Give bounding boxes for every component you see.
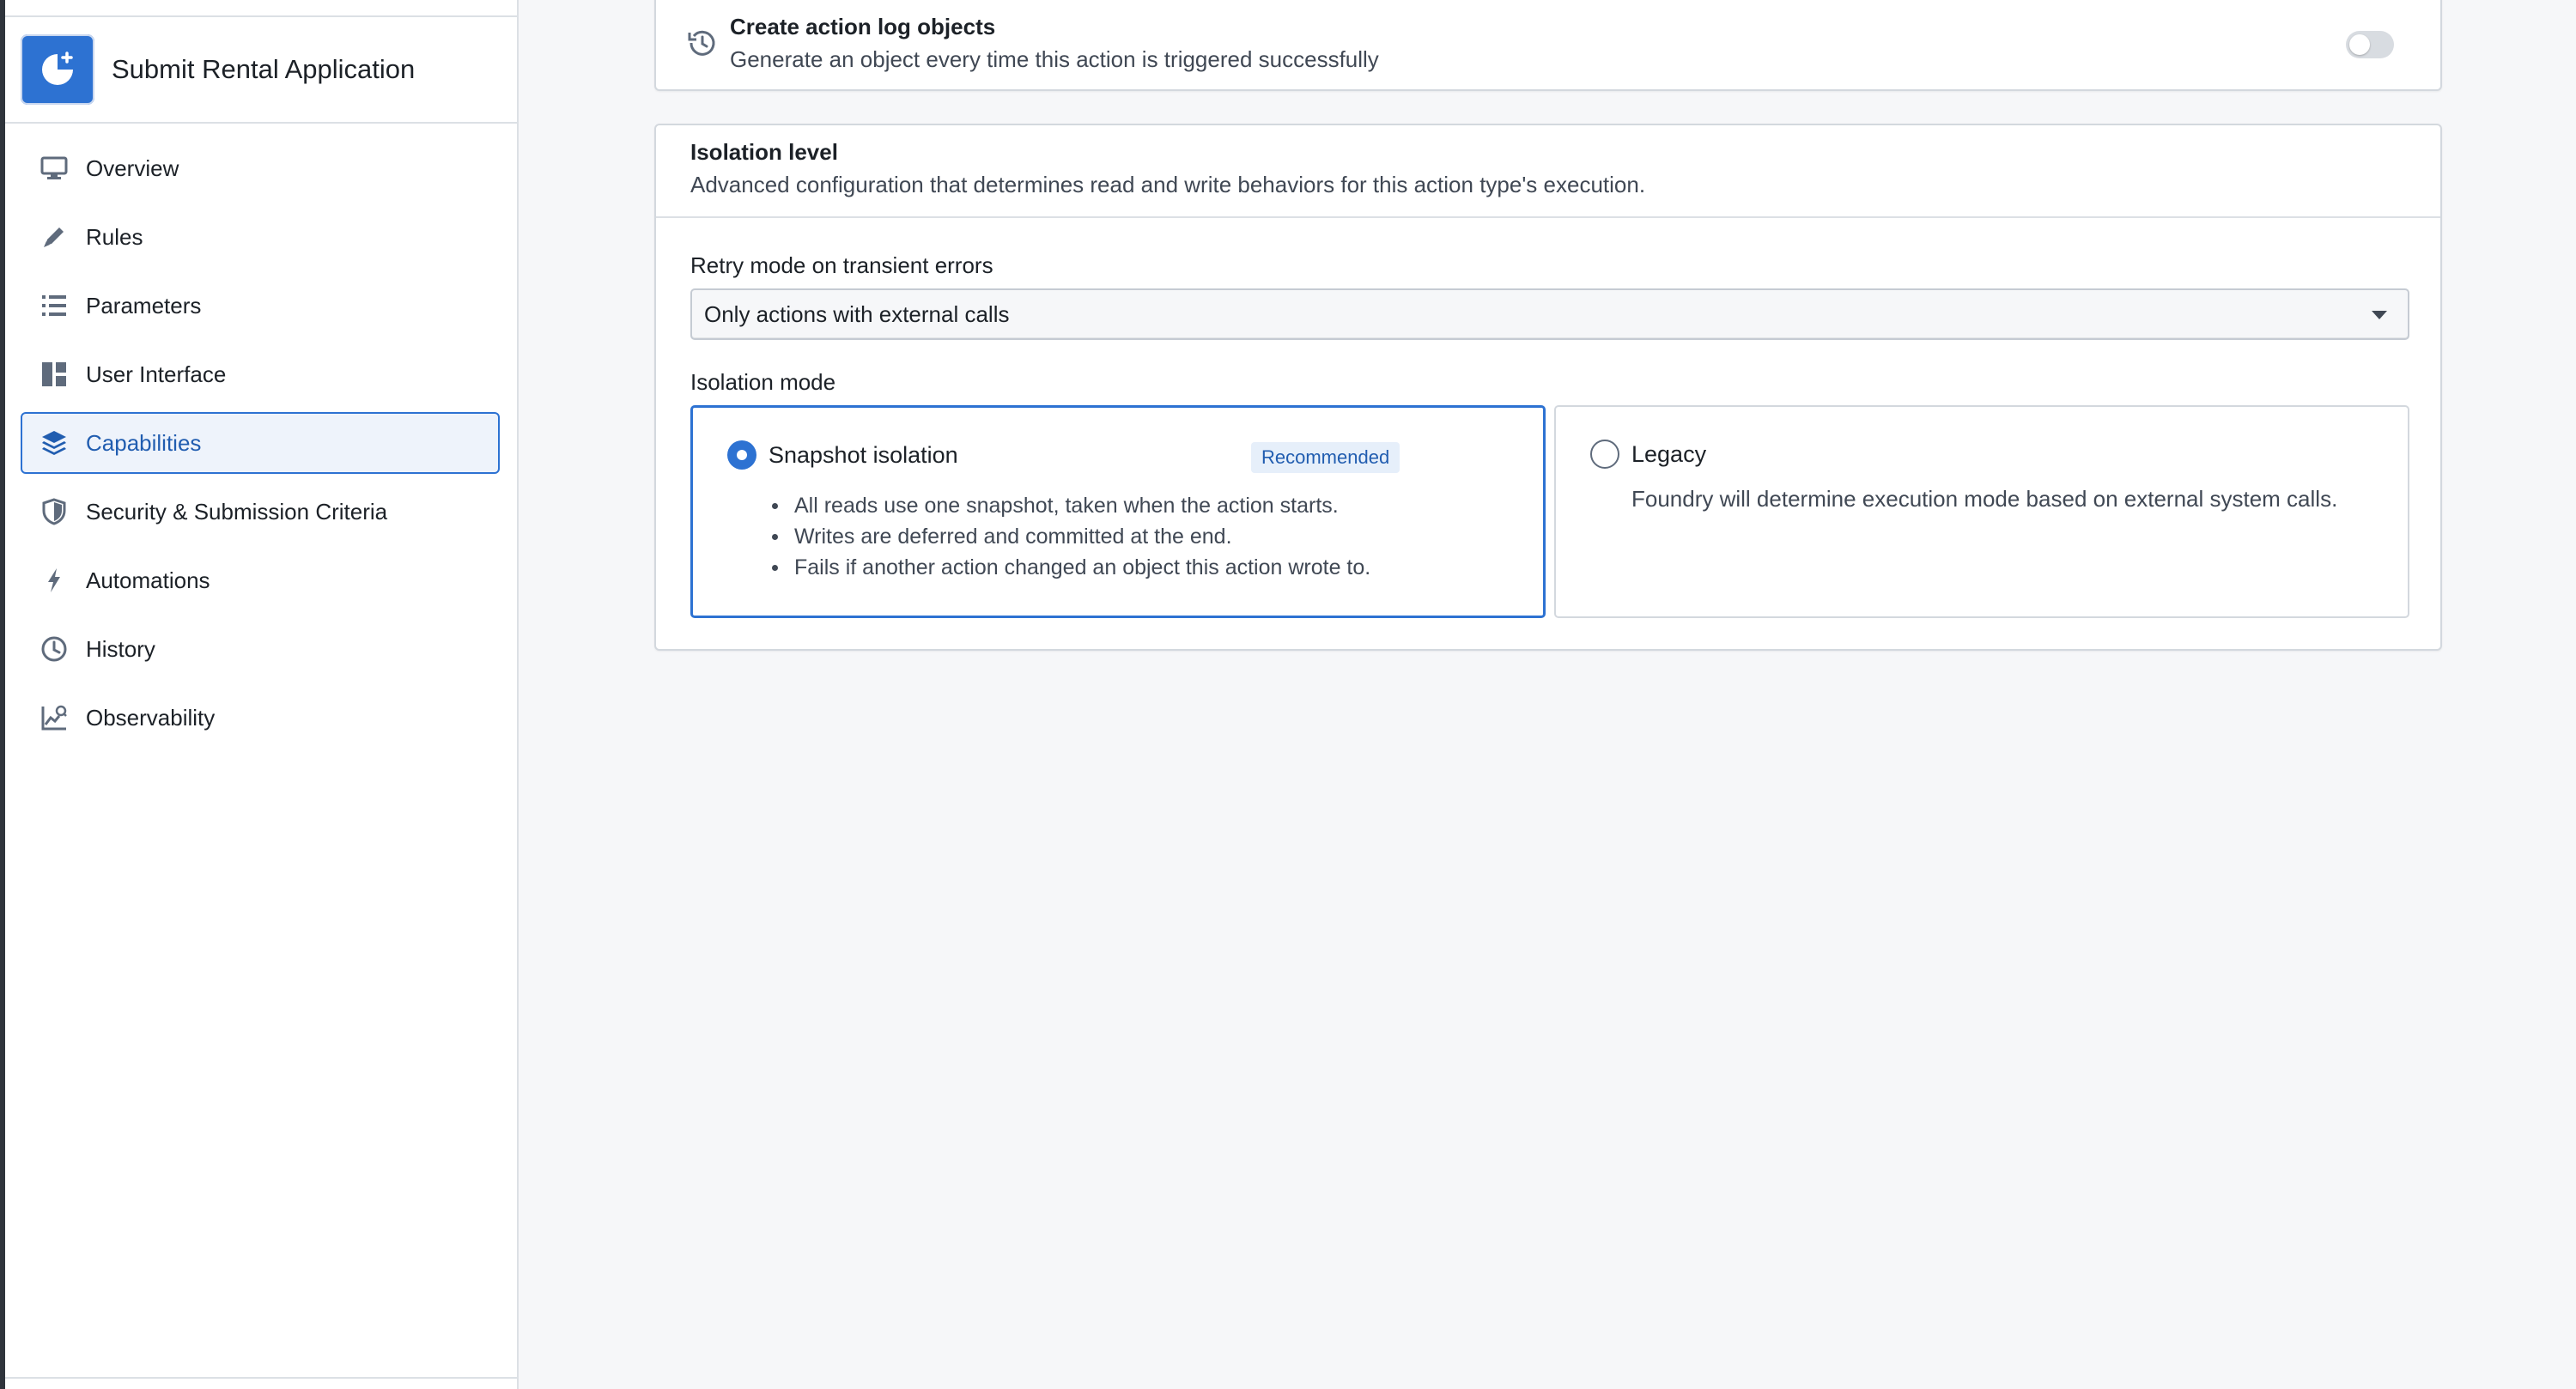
sidebar-item-user-interface[interactable]: User Interface bbox=[21, 343, 500, 405]
action-log-title: Create action log objects bbox=[730, 14, 996, 39]
isolation-title: Isolation level bbox=[690, 139, 838, 165]
edit-icon bbox=[39, 222, 69, 252]
radio-button-checked[interactable] bbox=[727, 440, 756, 470]
sidebar-item-capabilities[interactable]: Capabilities bbox=[21, 412, 500, 474]
isolation-description: Advanced configuration that determines r… bbox=[690, 172, 1646, 197]
isolation-header: Isolation level Advanced configuration t… bbox=[656, 125, 2440, 218]
sidebar-nav: Overview Rules Parameters User Interface bbox=[21, 137, 500, 755]
option-title: Snapshot isolation bbox=[769, 442, 958, 468]
list-item: Writes are deferred and committed at the… bbox=[771, 521, 1370, 552]
list-item: All reads use one snapshot, taken when t… bbox=[771, 490, 1370, 521]
sidebar-item-label: History bbox=[86, 635, 155, 662]
sidebar-item-label: User Interface bbox=[86, 361, 227, 387]
sidebar-item-observability[interactable]: Observability bbox=[21, 687, 500, 749]
bullet-list: All reads use one snapshot, taken when t… bbox=[771, 490, 1370, 583]
sidebar: Submit Rental Application Overview Rules… bbox=[0, 0, 519, 1389]
radio-button[interactable] bbox=[1590, 440, 1619, 469]
caret-down-icon bbox=[2372, 311, 2387, 319]
sidebar-item-label: Overview bbox=[86, 155, 179, 181]
shield-icon bbox=[39, 497, 69, 526]
retry-mode-label: Retry mode on transient errors bbox=[690, 252, 993, 278]
retry-mode-value: Only actions with external calls bbox=[704, 300, 1010, 327]
snapshot-isolation-option[interactable]: Snapshot isolation Recommended All reads… bbox=[690, 405, 1546, 618]
properties-icon bbox=[39, 291, 69, 320]
sidebar-item-parameters[interactable]: Parameters bbox=[21, 275, 500, 337]
history-icon bbox=[39, 634, 69, 664]
lightning-icon bbox=[39, 566, 69, 595]
action-log-description: Generate an object every time this actio… bbox=[730, 46, 1379, 72]
retry-mode-select[interactable]: Only actions with external calls bbox=[690, 288, 2409, 340]
sidebar-item-overview[interactable]: Overview bbox=[21, 137, 500, 199]
list-item: Fails if another action changed an objec… bbox=[771, 552, 1370, 583]
layers-icon bbox=[39, 428, 69, 458]
isolation-mode-label: Isolation mode bbox=[690, 369, 836, 395]
layout-icon bbox=[39, 360, 69, 389]
app-title: Submit Rental Application bbox=[112, 54, 416, 84]
action-type-icon bbox=[21, 34, 94, 105]
app-header: Submit Rental Application bbox=[5, 17, 517, 124]
sidebar-item-rules[interactable]: Rules bbox=[21, 206, 500, 268]
recommended-badge: Recommended bbox=[1251, 442, 1400, 473]
divider bbox=[5, 1377, 517, 1379]
sidebar-item-label: Automations bbox=[86, 567, 210, 593]
sidebar-item-automations[interactable]: Automations bbox=[21, 549, 500, 611]
option-title: Legacy bbox=[1631, 441, 1707, 467]
sidebar-item-label: Parameters bbox=[86, 292, 202, 318]
desktop-icon bbox=[39, 154, 69, 183]
action-log-toggle[interactable] bbox=[2346, 31, 2394, 58]
chart-search-icon bbox=[39, 703, 69, 732]
history-icon bbox=[687, 27, 718, 58]
sidebar-item-label: Security & Submission Criteria bbox=[86, 498, 388, 525]
sidebar-item-security[interactable]: Security & Submission Criteria bbox=[21, 481, 500, 543]
option-description: Foundry will determine execution mode ba… bbox=[1631, 486, 2338, 512]
app-window: Submit Rental Application Overview Rules… bbox=[0, 0, 2576, 1389]
legacy-option[interactable]: Legacy Foundry will determine execution … bbox=[1554, 405, 2409, 618]
action-log-card: Create action log objects Generate an ob… bbox=[654, 0, 2442, 91]
sidebar-item-label: Rules bbox=[86, 223, 143, 250]
isolation-level-card: Isolation level Advanced configuration t… bbox=[654, 124, 2442, 651]
sidebar-item-history[interactable]: History bbox=[21, 618, 500, 680]
sidebar-item-label: Observability bbox=[86, 704, 216, 731]
sidebar-item-label: Capabilities bbox=[86, 429, 202, 456]
